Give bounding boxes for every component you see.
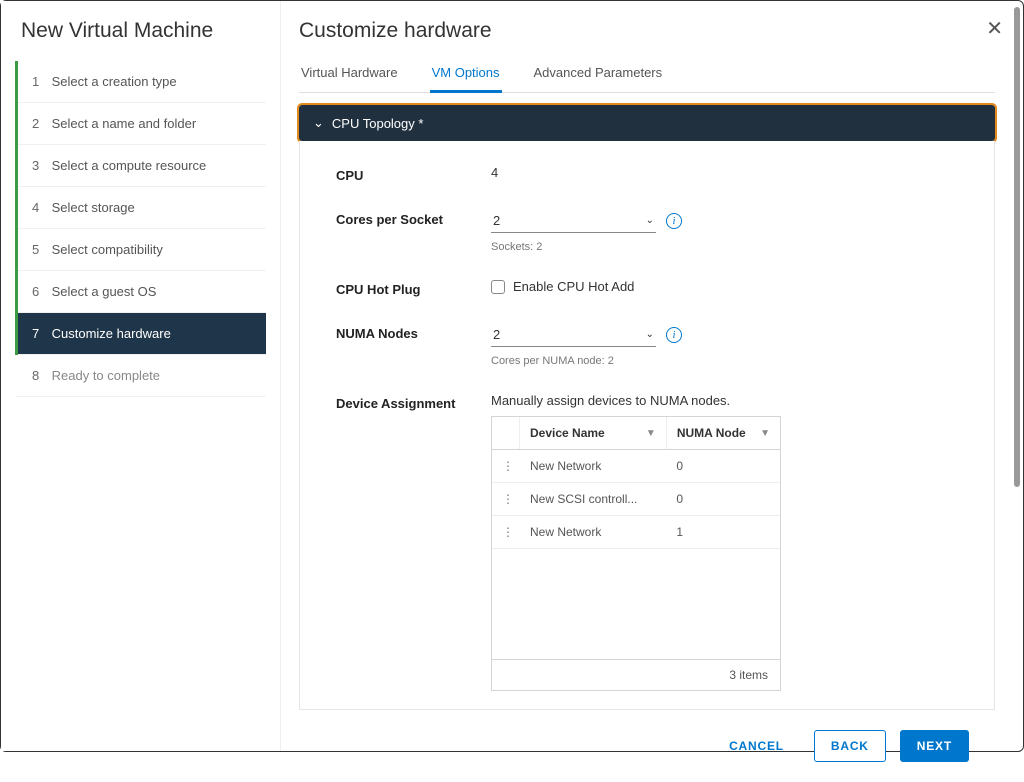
next-button[interactable]: NEXT [900,730,969,762]
cpu-topology-title: CPU Topology * [332,116,424,131]
step-customize-hardware[interactable]: 7 Customize hardware [18,313,266,355]
device-assignment-desc: Manually assign devices to NUMA nodes. [491,393,958,408]
cpu-row: CPU 4 [336,165,958,183]
step-name-folder[interactable]: 2 Select a name and folder [18,103,266,145]
filter-icon[interactable]: ▼ [760,428,770,439]
row-menu-icon[interactable]: ⋮ [492,450,520,482]
row-menu-icon[interactable]: ⋮ [492,516,520,548]
table-row: ⋮ New Network 1 [492,516,780,549]
header-device-name[interactable]: Device Name ▼ [520,417,667,449]
checkbox-icon [491,280,505,294]
tab-virtual-hardware[interactable]: Virtual Hardware [299,55,400,93]
info-icon[interactable]: i [666,327,682,343]
page-title: Customize hardware [299,19,995,43]
step-creation-type[interactable]: 1 Select a creation type [18,61,266,103]
chevron-down-icon: ⌄ [646,329,654,340]
wizard-title: New Virtual Machine [15,19,266,43]
device-assignment-row: Device Assignment Manually assign device… [336,393,958,691]
numa-nodes-row: NUMA Nodes 2 ⌄ i Cores per NUMA node: 2 [336,323,958,367]
cpu-value: 4 [491,165,958,180]
row-menu-icon[interactable]: ⋮ [492,483,520,515]
wizard-sidebar: New Virtual Machine 1 Select a creation … [1,1,281,751]
cores-per-socket-row: Cores per Socket 2 ⌄ i Sockets: 2 [336,209,958,253]
step-guest-os[interactable]: 6 Select a guest OS [18,271,266,313]
step-compute-resource[interactable]: 3 Select a compute resource [18,145,266,187]
numa-helper: Cores per NUMA node: 2 [491,355,958,367]
table-row: ⋮ New Network 0 [492,450,780,483]
wizard-steps: 1 Select a creation type 2 Select a name… [15,61,266,397]
table-empty-space [492,549,780,659]
tabs: Virtual Hardware VM Options Advanced Par… [299,55,995,93]
sockets-helper: Sockets: 2 [491,241,958,253]
cores-per-socket-select[interactable]: 2 ⌄ [491,209,656,233]
wizard-main: Customize hardware ✕ Virtual Hardware VM… [281,1,1023,751]
wizard-footer: CANCEL BACK NEXT [299,710,995,782]
enable-cpu-hot-add-checkbox[interactable]: Enable CPU Hot Add [491,279,634,294]
table-row: ⋮ New SCSI controll... 0 [492,483,780,516]
numa-nodes-select[interactable]: 2 ⌄ [491,323,656,347]
chevron-down-icon: ⌄ [646,215,654,226]
table-body: ⋮ New Network 0 ⋮ New SCSI controll... 0… [492,450,780,659]
tab-vm-options[interactable]: VM Options [430,55,502,93]
info-icon[interactable]: i [666,213,682,229]
table-header: Device Name ▼ NUMA Node ▼ [492,417,780,450]
filter-icon[interactable]: ▼ [646,428,656,439]
wizard-dialog: New Virtual Machine 1 Select a creation … [1,1,1023,751]
close-icon[interactable]: ✕ [986,19,1003,39]
cpu-hot-plug-row: CPU Hot Plug Enable CPU Hot Add [336,279,958,297]
chevron-down-icon: ⌄ [313,115,324,131]
step-storage[interactable]: 4 Select storage [18,187,266,229]
tab-advanced-parameters[interactable]: Advanced Parameters [532,55,665,93]
step-ready-complete[interactable]: 8 Ready to complete [15,355,266,397]
header-actions [492,417,520,449]
header-numa-node[interactable]: NUMA Node ▼ [667,417,780,449]
step-compatibility[interactable]: 5 Select compatibility [18,229,266,271]
cancel-button[interactable]: CANCEL [713,730,800,762]
back-button[interactable]: BACK [814,730,886,762]
cpu-topology-header[interactable]: ⌄ CPU Topology * [299,105,995,141]
scrollbar[interactable] [1014,7,1020,487]
device-table: Device Name ▼ NUMA Node ▼ ⋮ New Ne [491,416,781,691]
table-footer: 3 items [492,659,780,690]
cpu-topology-panel: CPU 4 Cores per Socket 2 ⌄ i Sockets: 2 [299,141,995,710]
